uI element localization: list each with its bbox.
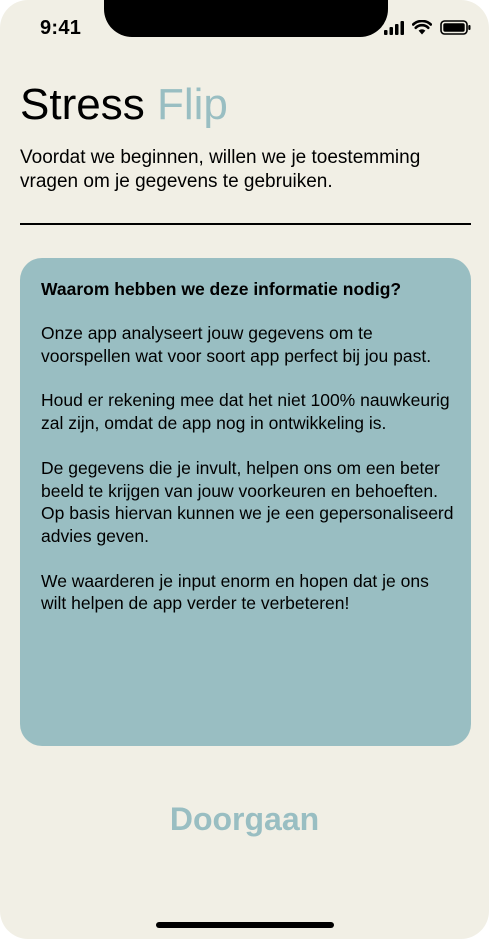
info-card-heading: Waarom hebben we deze informatie nodig? bbox=[41, 279, 402, 299]
info-card: Waarom hebben we deze informatie nodig? … bbox=[20, 258, 471, 746]
info-paragraph: De gegevens die je invult, helpen ons om… bbox=[41, 457, 454, 546]
battery-icon bbox=[440, 20, 471, 40]
intro-text: Voordat we beginnen, willen we je toeste… bbox=[20, 147, 421, 192]
signal-icon bbox=[384, 20, 404, 40]
app-title-accent: Flip bbox=[156, 80, 228, 129]
device-notch bbox=[104, 0, 388, 37]
info-paragraph: Houd er rekening mee dat het niet 100% n… bbox=[41, 390, 450, 434]
info-paragraph: We waarderen je input enorm en hopen dat… bbox=[41, 570, 429, 614]
phone-screen: 9:41 Stress Flip Voordat we beginnen, wi… bbox=[0, 0, 489, 939]
home-indicator[interactable] bbox=[156, 922, 334, 928]
status-icons bbox=[384, 19, 471, 40]
info-paragraph: Onze app analyseert jouw gegevens om te … bbox=[41, 323, 432, 366]
app-title-main: Stress bbox=[20, 80, 145, 129]
continue-button[interactable]: Doorgaan bbox=[0, 801, 489, 838]
status-time: 9:41 bbox=[40, 17, 82, 39]
app-title: Stress Flip bbox=[20, 80, 228, 130]
divider bbox=[20, 223, 471, 225]
wifi-icon bbox=[411, 19, 433, 40]
